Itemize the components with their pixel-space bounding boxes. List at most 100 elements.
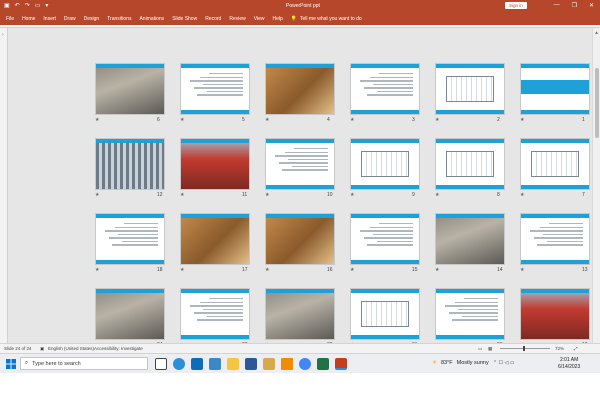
slide-text-lines	[357, 223, 413, 248]
slide-text-lines	[187, 298, 243, 323]
tell-me-box[interactable]: 💡 Tell me what you want to do	[291, 16, 362, 22]
tab-slide-show[interactable]: Slide Show	[172, 16, 197, 22]
slide-accent-bar	[521, 214, 589, 218]
app-icon[interactable]	[263, 358, 275, 370]
slide-thumbnail[interactable]	[265, 63, 335, 115]
volume-icon[interactable]: ◁	[504, 360, 508, 366]
scroll-up-icon[interactable]: ▲	[594, 30, 599, 36]
tab-design[interactable]: Design	[84, 16, 100, 22]
title-bar: ▣ ↶ ↷ ▭ ▾ PowerPoint ppt Sign in — ❐ ✕	[0, 0, 600, 13]
vlc-icon[interactable]	[281, 358, 293, 370]
tab-record[interactable]: Record	[205, 16, 221, 22]
slide-thumbnail[interactable]	[180, 63, 250, 115]
tab-view[interactable]: View	[254, 16, 265, 22]
slide-thumbnail[interactable]	[95, 213, 165, 265]
excel-icon[interactable]	[317, 358, 329, 370]
slide-thumbnail[interactable]	[180, 288, 250, 340]
undo-icon[interactable]: ↶	[15, 3, 20, 10]
slide-thumbnail[interactable]	[520, 213, 590, 265]
weather-widget[interactable]: ☀ 83°F Mostly sunny	[432, 360, 489, 366]
word-icon[interactable]	[245, 358, 257, 370]
zoom-slider-knob[interactable]	[523, 346, 525, 351]
restore-button[interactable]: ❐	[572, 2, 577, 9]
tell-me-text: Tell me what you want to do	[300, 16, 362, 22]
transition-star-icon: ★	[265, 192, 270, 198]
tab-draw[interactable]: Draw	[64, 16, 76, 22]
close-button[interactable]: ✕	[589, 2, 594, 9]
slide-accent-bar	[351, 260, 419, 264]
slide-thumbnail[interactable]	[520, 138, 590, 190]
slide-thumbnail[interactable]	[265, 288, 335, 340]
network-icon[interactable]: ☐	[499, 360, 503, 366]
ribbon-tabs: File Home Insert Draw Design Transitions…	[0, 13, 600, 25]
chrome-icon[interactable]	[299, 358, 311, 370]
powerpoint-icon[interactable]	[335, 358, 347, 370]
slide-diagram	[446, 151, 494, 177]
slide-thumbnail[interactable]	[435, 288, 505, 340]
save-icon[interactable]: ▣	[4, 3, 10, 10]
slide-text-lines	[527, 223, 583, 248]
slide-diagram	[446, 76, 494, 102]
slide-thumbnail[interactable]	[435, 63, 505, 115]
view-sorter-icon[interactable]: ▦	[488, 346, 492, 352]
zoom-slider[interactable]	[500, 348, 550, 349]
edge-icon[interactable]	[173, 358, 185, 370]
minimize-button[interactable]: —	[554, 2, 560, 9]
view-normal-icon[interactable]: ▭	[478, 346, 482, 352]
slide-thumbnail[interactable]	[350, 213, 420, 265]
slide-thumbnail[interactable]	[435, 138, 505, 190]
slide-thumbnail[interactable]	[95, 63, 165, 115]
slide-thumbnail[interactable]	[350, 63, 420, 115]
windows-start-icon[interactable]	[6, 359, 16, 369]
slide-thumbnail[interactable]	[265, 138, 335, 190]
language-indicator[interactable]: English (United States)	[48, 346, 94, 351]
store-icon[interactable]	[191, 358, 203, 370]
vertical-scrollbar[interactable]: ▲ ▼	[592, 28, 600, 371]
battery-icon[interactable]: ▭	[510, 360, 515, 366]
zoom-level[interactable]: 72%	[555, 346, 564, 351]
slide-thumbnail[interactable]	[265, 213, 335, 265]
taskbar-search[interactable]: ⌕ Type here to search	[20, 357, 148, 370]
customize-qat-icon[interactable]: ▾	[45, 3, 48, 10]
slide-thumbnail[interactable]	[520, 288, 590, 340]
taskbar-clock[interactable]: 2:01 AM 6/14/2023	[558, 357, 580, 370]
expand-pane-icon[interactable]: ›	[2, 32, 4, 38]
redo-icon[interactable]: ↷	[25, 3, 30, 10]
scroll-thumb[interactable]	[595, 68, 599, 138]
file-explorer-icon[interactable]	[227, 358, 239, 370]
start-slideshow-icon[interactable]: ▭	[35, 3, 41, 10]
fit-to-window-icon[interactable]: ⤢	[574, 346, 578, 351]
sign-in-button[interactable]: Sign in	[505, 2, 527, 9]
slide-thumbnail[interactable]	[350, 288, 420, 340]
tab-review[interactable]: Review	[229, 16, 245, 22]
slide-accent-bar	[96, 64, 164, 68]
slide-thumbnail[interactable]	[95, 288, 165, 340]
slide-thumbnail[interactable]	[95, 138, 165, 190]
tab-help[interactable]: Help	[272, 16, 282, 22]
slide-thumbnail[interactable]	[520, 63, 590, 115]
tab-animations[interactable]: Animations	[139, 16, 164, 22]
slide-number: 14	[497, 267, 503, 273]
slide-thumbnail[interactable]	[350, 138, 420, 190]
transition-star-icon: ★	[520, 267, 525, 273]
slide-number: 6	[157, 117, 160, 123]
slide-thumbnail[interactable]	[180, 138, 250, 190]
photos-icon[interactable]	[209, 358, 221, 370]
tab-insert[interactable]: Insert	[43, 16, 56, 22]
tab-transitions[interactable]: Transitions	[107, 16, 131, 22]
tab-home[interactable]: Home	[22, 16, 35, 22]
accessibility-status[interactable]: Accessibility: Investigate	[94, 346, 143, 351]
slide-accent-bar	[351, 214, 419, 218]
taskbar-apps	[155, 358, 347, 370]
proofing-icon[interactable]: ▣	[40, 346, 44, 352]
slide-thumbnail[interactable]	[180, 213, 250, 265]
slide-photo	[521, 289, 589, 339]
slide-accent-bar	[96, 260, 164, 264]
system-tray[interactable]: ⌃ ☐ ◁ ▭	[493, 360, 514, 366]
tray-chevron-icon[interactable]: ⌃	[493, 360, 497, 366]
slide-thumbnail[interactable]	[435, 213, 505, 265]
transition-star-icon: ★	[435, 117, 440, 123]
tab-file[interactable]: File	[6, 16, 14, 22]
task-view-icon[interactable]	[155, 358, 167, 370]
transition-star-icon: ★	[95, 117, 100, 123]
